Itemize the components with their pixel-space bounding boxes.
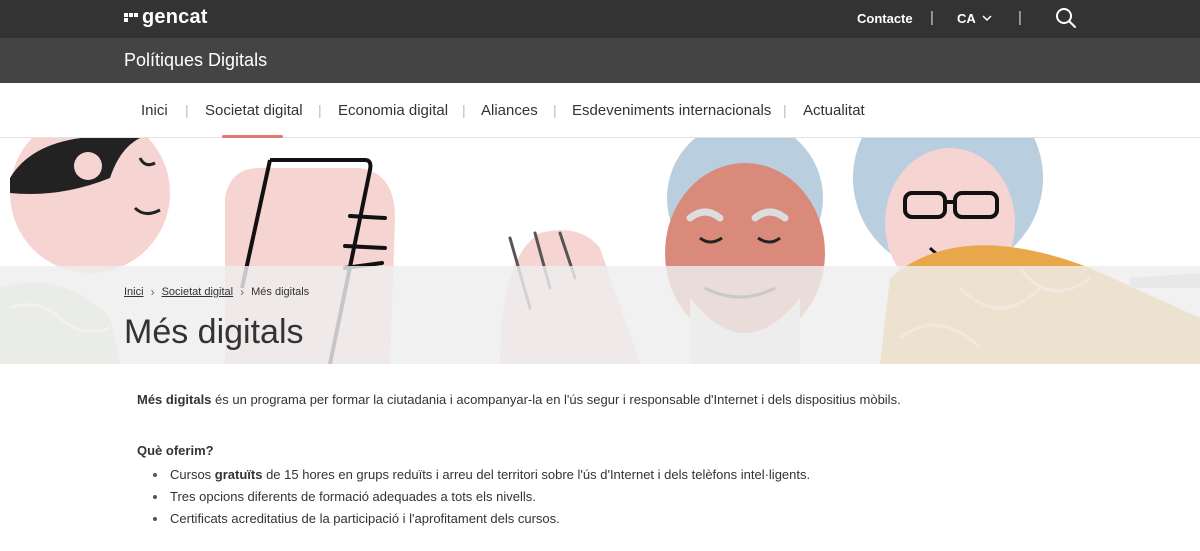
nav-item-economia-digital[interactable]: Economia digital — [338, 102, 448, 119]
intro-text: és un programa per formar la ciutadania … — [211, 392, 901, 407]
offer-list: Cursos gratuïts de 15 hores en grups red… — [137, 467, 1037, 533]
breadcrumb: Inici › Societat digital › Més digitals — [124, 285, 309, 299]
site-title[interactable]: Polítiques Digitals — [124, 50, 267, 71]
bullet-icon — [153, 473, 157, 477]
offer-text-before: Cursos — [170, 467, 215, 482]
offer-text-after: de 15 hores en grups reduïts i arreu del… — [262, 467, 811, 482]
intro-paragraph: Més digitals és un programa per formar l… — [137, 392, 1037, 408]
nav-item-societat-digital[interactable]: Societat digital — [205, 102, 303, 119]
top-separator: | — [1018, 9, 1022, 26]
page-title: Més digitals — [124, 313, 304, 351]
left-person-ear — [74, 152, 102, 180]
offer-text-bold: gratuïts — [214, 467, 263, 482]
nav-item-aliances[interactable]: Aliances — [481, 102, 538, 119]
bullet-icon — [153, 517, 157, 521]
hero-banner: Inici › Societat digital › Més digitals … — [0, 138, 1200, 364]
search-icon[interactable] — [1055, 7, 1077, 29]
list-item: Tres opcions diferents de formació adequ… — [137, 489, 1037, 511]
site-title-bar: Polítiques Digitals — [0, 38, 1200, 83]
chevron-right-icon: › — [150, 285, 155, 299]
top-bar: gencat Contacte | CA | — [0, 0, 1200, 38]
nav-separator: | — [318, 102, 322, 118]
breadcrumb-inici[interactable]: Inici — [124, 286, 144, 298]
intro-bold: Més digitals — [137, 392, 212, 407]
chevron-down-icon — [982, 15, 992, 22]
logo-text: gencat — [142, 6, 208, 28]
offer-text: Tres opcions diferents de formació adequ… — [170, 489, 536, 504]
list-item: Certificats acreditatius de la participa… — [137, 511, 1037, 533]
language-selector[interactable]: CA — [957, 11, 992, 26]
gencat-logo-icon — [124, 13, 138, 22]
bullet-icon — [153, 495, 157, 499]
offer-text: Certificats acreditatius de la participa… — [170, 511, 560, 526]
language-label: CA — [957, 11, 976, 26]
gencat-logo[interactable]: gencat — [124, 6, 208, 29]
nav-item-inici[interactable]: Inici — [141, 102, 168, 119]
chevron-right-icon: › — [240, 285, 245, 299]
nav-separator: | — [185, 102, 189, 118]
main-content: Més digitals és un programa per formar l… — [137, 392, 1037, 526]
list-item: Cursos gratuïts de 15 hores en grups red… — [137, 467, 1037, 489]
nav-item-actualitat[interactable]: Actualitat — [803, 102, 865, 119]
main-navigation: Inici | Societat digital | Economia digi… — [0, 83, 1200, 138]
breadcrumb-current: Més digitals — [251, 286, 310, 298]
nav-separator: | — [553, 102, 557, 118]
nav-item-esdeveniments-internacionals[interactable]: Esdeveniments internacionals — [572, 102, 771, 119]
nav-separator: | — [462, 102, 466, 118]
top-separator: | — [930, 9, 934, 26]
contact-link[interactable]: Contacte — [857, 11, 913, 26]
section-heading: Què oferim? — [137, 443, 214, 458]
breadcrumb-societat-digital[interactable]: Societat digital — [162, 286, 234, 298]
nav-separator: | — [783, 102, 787, 118]
